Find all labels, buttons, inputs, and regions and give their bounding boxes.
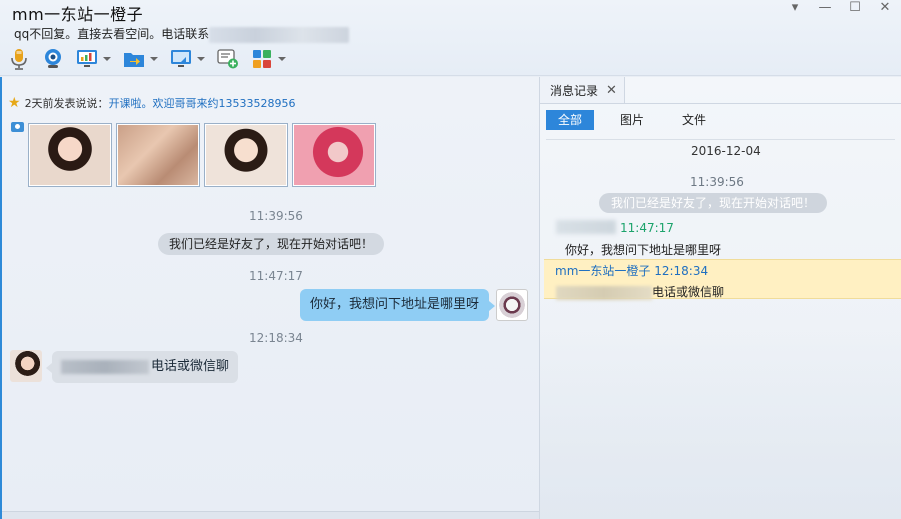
feed-link[interactable]: 开课啦。欢迎哥哥来约13533528956	[109, 95, 296, 111]
app-grid-icon	[251, 48, 273, 70]
contact-status: qq不回复。直接去看空间。电话联系	[14, 25, 350, 43]
history-filters: 全部 图片 文件	[546, 110, 732, 130]
contact-message-bubble[interactable]: 电话或微信聊	[45, 351, 239, 383]
contact-message-text: 电话或微信聊	[151, 359, 230, 374]
redacted-sender	[556, 220, 616, 234]
history-background	[540, 319, 901, 519]
redacted-phone	[209, 26, 350, 43]
maximize-button[interactable]: ☐	[847, 0, 863, 15]
history-contact-header: mm一东站一橙子 12:18:34	[555, 264, 709, 278]
create-discussion-button[interactable]	[217, 48, 239, 70]
chevron-down-icon[interactable]	[103, 57, 111, 61]
folder-arrow-icon	[123, 48, 145, 70]
chat-toolbar	[8, 46, 298, 72]
message-timestamp: 11:47:17	[249, 269, 303, 283]
photo-thumbnail[interactable]	[204, 123, 288, 187]
window-controls: ▾ — ☐ ✕	[787, 0, 893, 15]
history-panel: 消息记录 ✕ 全部 图片 文件 2016-12-04 11:39:56 我们已经…	[540, 77, 901, 519]
contact-feed: ★ 2天前发表说说： 开课啦。欢迎哥哥来约13533528956	[8, 95, 296, 111]
history-system-message: 我们已经是好友了，现在开始对话吧！	[599, 193, 828, 213]
remote-desktop-button[interactable]	[76, 48, 111, 70]
history-time: 11:39:56	[690, 175, 744, 189]
redacted-text	[61, 360, 149, 374]
history-tab-label: 消息记录	[550, 83, 599, 98]
message-timestamp: 11:39:56	[249, 209, 303, 223]
chevron-down-icon[interactable]	[278, 57, 286, 61]
tab-message-history[interactable]: 消息记录 ✕	[540, 77, 625, 103]
menu-dropdown-button[interactable]: ▾	[787, 0, 803, 15]
window-header: mm一东站一橙子 qq不回复。直接去看空间。电话联系 ▾ — ☐ ✕	[0, 0, 901, 76]
video-call-button[interactable]	[42, 48, 64, 70]
monitor-chart-icon	[76, 48, 98, 70]
photo-thumbnail[interactable]	[116, 123, 200, 187]
voice-call-button[interactable]	[8, 48, 30, 70]
photo-thumbnail[interactable]	[292, 123, 376, 187]
history-date: 2016-12-04	[691, 144, 761, 158]
status-text: qq不回复。直接去看空间。电话联系	[14, 27, 210, 41]
camera-icon	[11, 122, 24, 132]
history-my-time: 11:47:17	[620, 221, 674, 235]
input-area-edge[interactable]	[2, 511, 541, 519]
history-contact-message: 电话或微信聊	[556, 283, 724, 300]
chat-add-icon	[217, 48, 239, 70]
filter-files[interactable]: 文件	[670, 110, 718, 130]
history-my-message: 你好，我想问下地址是哪里呀	[565, 243, 722, 257]
redacted-text	[556, 285, 652, 300]
contact-avatar[interactable]	[10, 350, 42, 382]
close-icon[interactable]: ✕	[606, 83, 617, 98]
window-title: mm一东站一橙子	[12, 5, 144, 24]
webcam-icon	[42, 48, 64, 70]
message-timestamp: 12:18:34	[249, 331, 303, 345]
system-message: 我们已经是好友了，现在开始对话吧！	[158, 233, 385, 255]
apps-button[interactable]	[251, 48, 286, 70]
filter-images[interactable]: 图片	[608, 110, 656, 130]
history-separator	[546, 139, 895, 140]
share-screen-button[interactable]	[170, 48, 205, 70]
screen-share-icon	[170, 48, 192, 70]
minimize-button[interactable]: —	[817, 0, 833, 15]
photo-thumbnails	[28, 123, 376, 187]
feed-prefix: 2天前发表说说：	[24, 97, 109, 110]
microphone-icon	[8, 48, 30, 70]
my-avatar[interactable]	[496, 289, 528, 321]
send-file-button[interactable]	[123, 48, 158, 70]
photo-thumbnail[interactable]	[28, 123, 112, 187]
chat-panel: ★ 2天前发表说说： 开课啦。欢迎哥哥来约13533528956 11:39:5…	[0, 77, 541, 519]
chevron-down-icon[interactable]	[150, 57, 158, 61]
star-icon: ★	[8, 95, 21, 111]
history-contact-message-text: 电话或微信聊	[652, 285, 725, 299]
chevron-down-icon[interactable]	[197, 57, 205, 61]
filter-all[interactable]: 全部	[546, 110, 595, 130]
my-message-bubble[interactable]: 你好，我想问下地址是哪里呀	[300, 289, 496, 321]
tab-divider	[540, 103, 901, 104]
close-button[interactable]: ✕	[877, 0, 893, 15]
